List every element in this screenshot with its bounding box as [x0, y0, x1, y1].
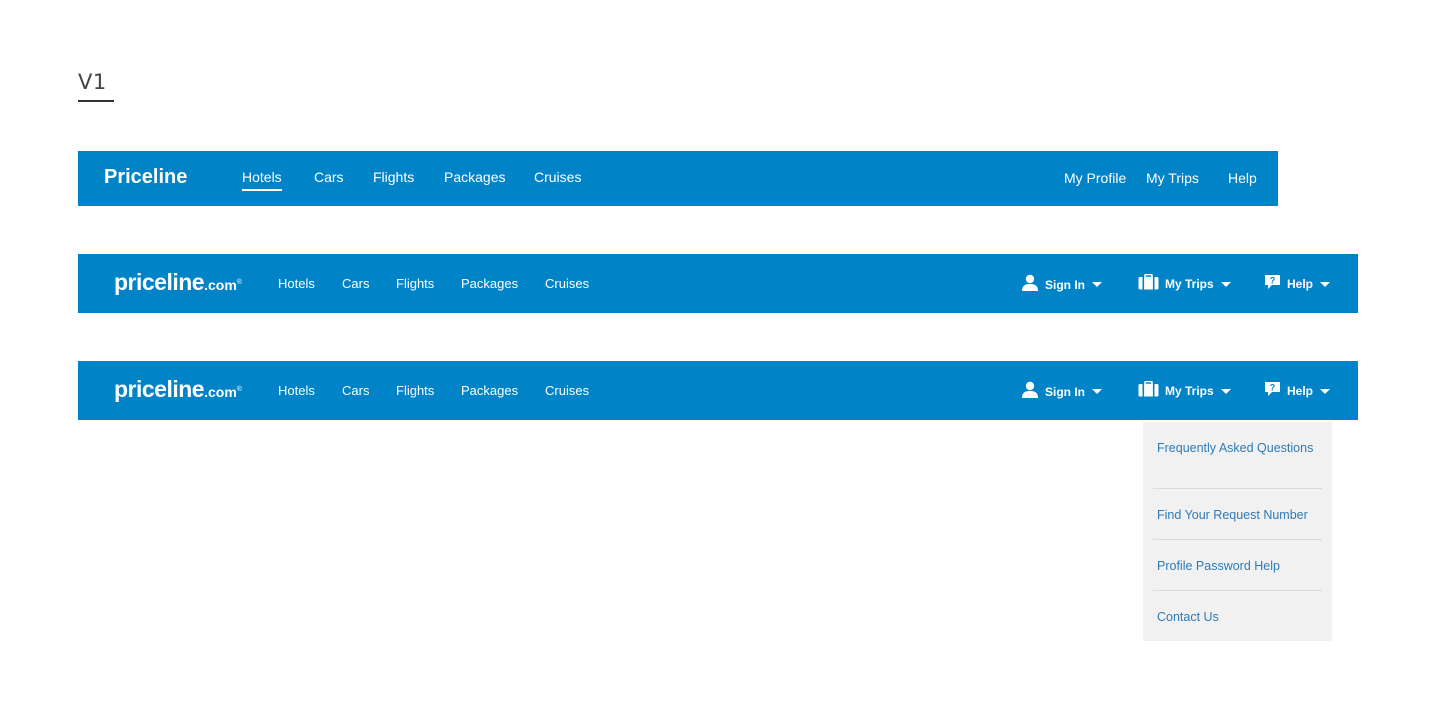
nav-cars[interactable]: Cars: [314, 169, 344, 185]
my-trips-label: My Trips: [1165, 277, 1214, 291]
nav-cruises[interactable]: Cruises: [545, 383, 589, 398]
chevron-down-icon: [1092, 389, 1102, 394]
nav-hotels[interactable]: Hotels: [278, 276, 315, 291]
help-link[interactable]: Help: [1228, 170, 1257, 186]
sign-in-menu[interactable]: Sign In: [1021, 274, 1102, 292]
dropdown-divider: [1153, 539, 1322, 540]
chevron-down-icon: [1320, 281, 1331, 287]
logo-trademark: ®: [236, 279, 242, 286]
nav-cars[interactable]: Cars: [342, 383, 369, 398]
help-menu[interactable]: ? Help: [1264, 274, 1331, 291]
dropdown-item-password-help[interactable]: Profile Password Help: [1157, 558, 1317, 574]
nav-packages[interactable]: Packages: [444, 169, 505, 185]
nav-flights[interactable]: Flights: [396, 276, 434, 291]
nav-packages[interactable]: Packages: [461, 276, 518, 291]
my-trips-menu[interactable]: My Trips: [1138, 274, 1231, 291]
brand-logo[interactable]: Priceline: [104, 166, 187, 189]
suitcase-icon: [1138, 381, 1159, 397]
help-menu[interactable]: ? Help: [1264, 381, 1331, 398]
help-dropdown: Frequently Asked Questions Find Your Req…: [1143, 422, 1332, 641]
logo-main: priceline: [114, 376, 205, 402]
svg-text:?: ?: [1270, 276, 1276, 286]
logo-main: priceline: [114, 269, 205, 295]
navbar-variant-2: priceline.com® Hotels Cars Flights Packa…: [78, 254, 1358, 313]
logo-suffix: .com: [204, 384, 237, 400]
suitcase-icon: [1138, 274, 1159, 290]
chevron-down-icon: [1320, 388, 1331, 394]
sign-in-menu[interactable]: Sign In: [1021, 381, 1102, 399]
dropdown-item-find-request[interactable]: Find Your Request Number: [1157, 507, 1317, 523]
dropdown-divider: [1153, 488, 1322, 489]
nav-hotels-label: Hotels: [242, 169, 282, 185]
user-icon: [1021, 274, 1039, 291]
nav-hotels[interactable]: Hotels: [278, 383, 315, 398]
nav-cruises[interactable]: Cruises: [534, 169, 581, 185]
priceline-logo[interactable]: priceline.com®: [114, 376, 242, 403]
chevron-down-icon: [1220, 388, 1231, 394]
help-bubble-icon: ?: [1264, 381, 1281, 397]
nav-flights[interactable]: Flights: [373, 169, 414, 185]
my-trips-menu[interactable]: My Trips: [1138, 381, 1231, 398]
dropdown-item-contact[interactable]: Contact Us: [1157, 609, 1317, 625]
svg-text:?: ?: [1270, 383, 1276, 393]
priceline-logo[interactable]: priceline.com®: [114, 269, 242, 296]
chevron-down-icon: [1220, 281, 1231, 287]
chevron-down-icon: [1092, 282, 1102, 287]
nav-cars[interactable]: Cars: [342, 276, 369, 291]
nav-hotels[interactable]: Hotels: [242, 169, 282, 191]
nav-cruises[interactable]: Cruises: [545, 276, 589, 291]
user-icon: [1021, 381, 1039, 398]
my-trips-link[interactable]: My Trips: [1146, 170, 1199, 186]
navbar-variant-3: priceline.com® Hotels Cars Flights Packa…: [78, 361, 1358, 420]
nav-flights[interactable]: Flights: [396, 383, 434, 398]
help-label: Help: [1287, 384, 1314, 398]
version-label: V1: [78, 70, 107, 94]
my-trips-label: My Trips: [1165, 384, 1214, 398]
sign-in-label: Sign In: [1045, 384, 1085, 399]
help-label: Help: [1287, 277, 1314, 291]
sign-in-label: Sign In: [1045, 277, 1085, 292]
logo-suffix: .com: [204, 277, 237, 293]
help-bubble-icon: ?: [1264, 274, 1281, 290]
active-tab-underline: [242, 189, 282, 191]
nav-packages[interactable]: Packages: [461, 383, 518, 398]
version-underline: [78, 100, 114, 102]
my-profile-link[interactable]: My Profile: [1064, 170, 1126, 186]
logo-trademark: ®: [236, 386, 242, 393]
dropdown-item-faq[interactable]: Frequently Asked Questions: [1157, 440, 1317, 456]
dropdown-divider: [1153, 590, 1322, 591]
navbar-variant-1: Priceline Hotels Cars Flights Packages C…: [78, 151, 1278, 206]
